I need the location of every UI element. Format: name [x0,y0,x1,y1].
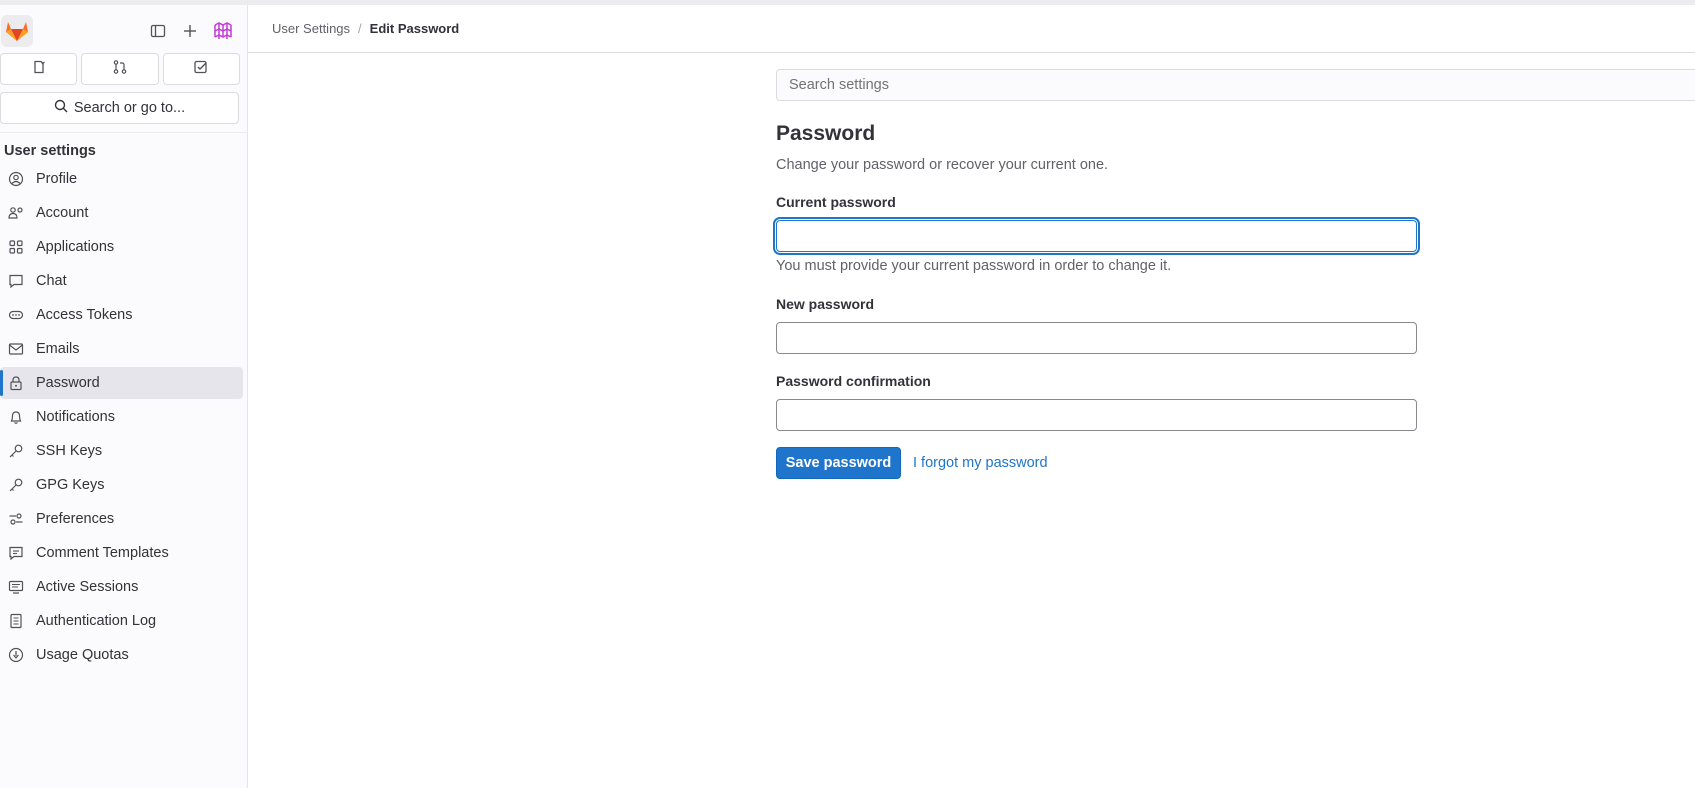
comment-icon [8,545,24,561]
quota-icon [8,647,24,663]
applications-icon [8,239,24,255]
sidebar-item-profile[interactable]: Profile [0,163,243,195]
token-icon [8,307,24,323]
search-or-go-to-button[interactable]: Search or go to... [0,92,239,124]
sidebar-item-label: Authentication Log [36,613,157,629]
profile-icon [8,171,24,187]
breadcrumb-separator: / [358,21,362,36]
sidebar-item-label: Profile [36,171,78,187]
new-password-label: New password [776,296,875,312]
sidebar-item-label: Emails [36,341,80,357]
search-icon [54,99,68,117]
issues-button[interactable] [0,53,78,85]
password-confirmation-label: Password confirmation [776,373,931,389]
sidebar-nav: Profile Account Applications Chat Access… [0,163,248,673]
breadcrumb: User Settings / Edit Password [272,21,459,36]
sidebar-item-label: Account [36,205,89,221]
monitor-icon [8,579,24,595]
sidebar-item-label: Password [36,375,100,391]
sidebar-item-label: Usage Quotas [36,647,129,663]
sidebar-item-label: Preferences [36,511,115,527]
current-password-label: Current password [776,194,896,210]
breadcrumb-current[interactable]: Edit Password [370,21,460,36]
sidebar-heading: User settings [4,143,96,159]
sidebar-item-account[interactable]: Account [0,197,243,229]
log-icon [8,613,24,629]
sidebar-item-password[interactable]: Password [0,367,243,399]
sidebar-item-label: Chat [36,273,67,289]
sidebar-item-label: Access Tokens [36,307,133,323]
sidebar-item-usage-quotas[interactable]: Usage Quotas [0,639,243,671]
sidebar-item-gpg-keys[interactable]: GPG Keys [0,469,243,501]
current-password-field[interactable] [776,220,1417,252]
sidebar-item-ssh-keys[interactable]: SSH Keys [0,435,243,467]
sidebar-toggle-icon[interactable] [146,19,170,43]
issues-icon [31,59,47,80]
sidebar-divider [0,132,248,133]
todos-button[interactable] [162,53,240,85]
plus-icon[interactable] [178,19,202,43]
merge-requests-button[interactable] [81,53,159,85]
avatar[interactable] [211,19,235,43]
lock-icon [8,375,24,391]
mail-icon [8,341,24,357]
page-header: User Settings / Edit Password [248,5,1695,53]
sidebar-item-label: Applications [36,239,115,255]
sidebar-item-chat[interactable]: Chat [0,265,243,297]
search-button-label: Search or go to... [73,100,186,116]
sidebar-item-comment-templates[interactable]: Comment Templates [0,537,243,569]
sidebar-item-authentication-log[interactable]: Authentication Log [0,605,243,637]
forgot-password-link[interactable]: I forgot my password [913,455,1048,471]
save-password-button[interactable]: Save password [776,447,901,479]
password-confirmation-field[interactable] [776,399,1417,431]
merge-request-icon [112,59,128,80]
sidebar-item-emails[interactable]: Emails [0,333,243,365]
sidebar-item-label: Active Sessions [36,579,139,595]
sidebar-item-preferences[interactable]: Preferences [0,503,243,535]
current-password-help: You must provide your current password i… [776,258,1172,274]
todo-icon [193,59,209,80]
page-title: Password [776,122,876,145]
sidebar-top-bar [0,5,248,53]
account-icon [8,205,24,221]
key-icon [8,443,24,459]
quick-actions [0,53,240,85]
sidebar-item-notifications[interactable]: Notifications [0,401,243,433]
breadcrumb-user-settings-link[interactable]: User Settings [272,21,350,36]
page-description: Change your password or recover your cur… [776,157,1109,173]
sidebar-item-label: Comment Templates [36,545,169,561]
sidebar: Search or go to... User settings Profile… [0,5,248,788]
sidebar-item-label: GPG Keys [36,477,105,493]
sidebar-item-active-sessions[interactable]: Active Sessions [0,571,243,603]
sidebar-item-label: Notifications [36,409,115,425]
chat-icon [8,273,24,289]
preferences-icon [8,511,24,527]
new-password-field[interactable] [776,322,1417,354]
sidebar-item-applications[interactable]: Applications [0,231,243,263]
sidebar-item-label: SSH Keys [36,443,103,459]
bell-icon [8,409,24,425]
settings-search-input[interactable]: Search settings [776,69,1695,101]
sidebar-item-access-tokens[interactable]: Access Tokens [0,299,243,331]
key-icon [8,477,24,493]
gitlab-logo-icon[interactable] [1,15,33,47]
